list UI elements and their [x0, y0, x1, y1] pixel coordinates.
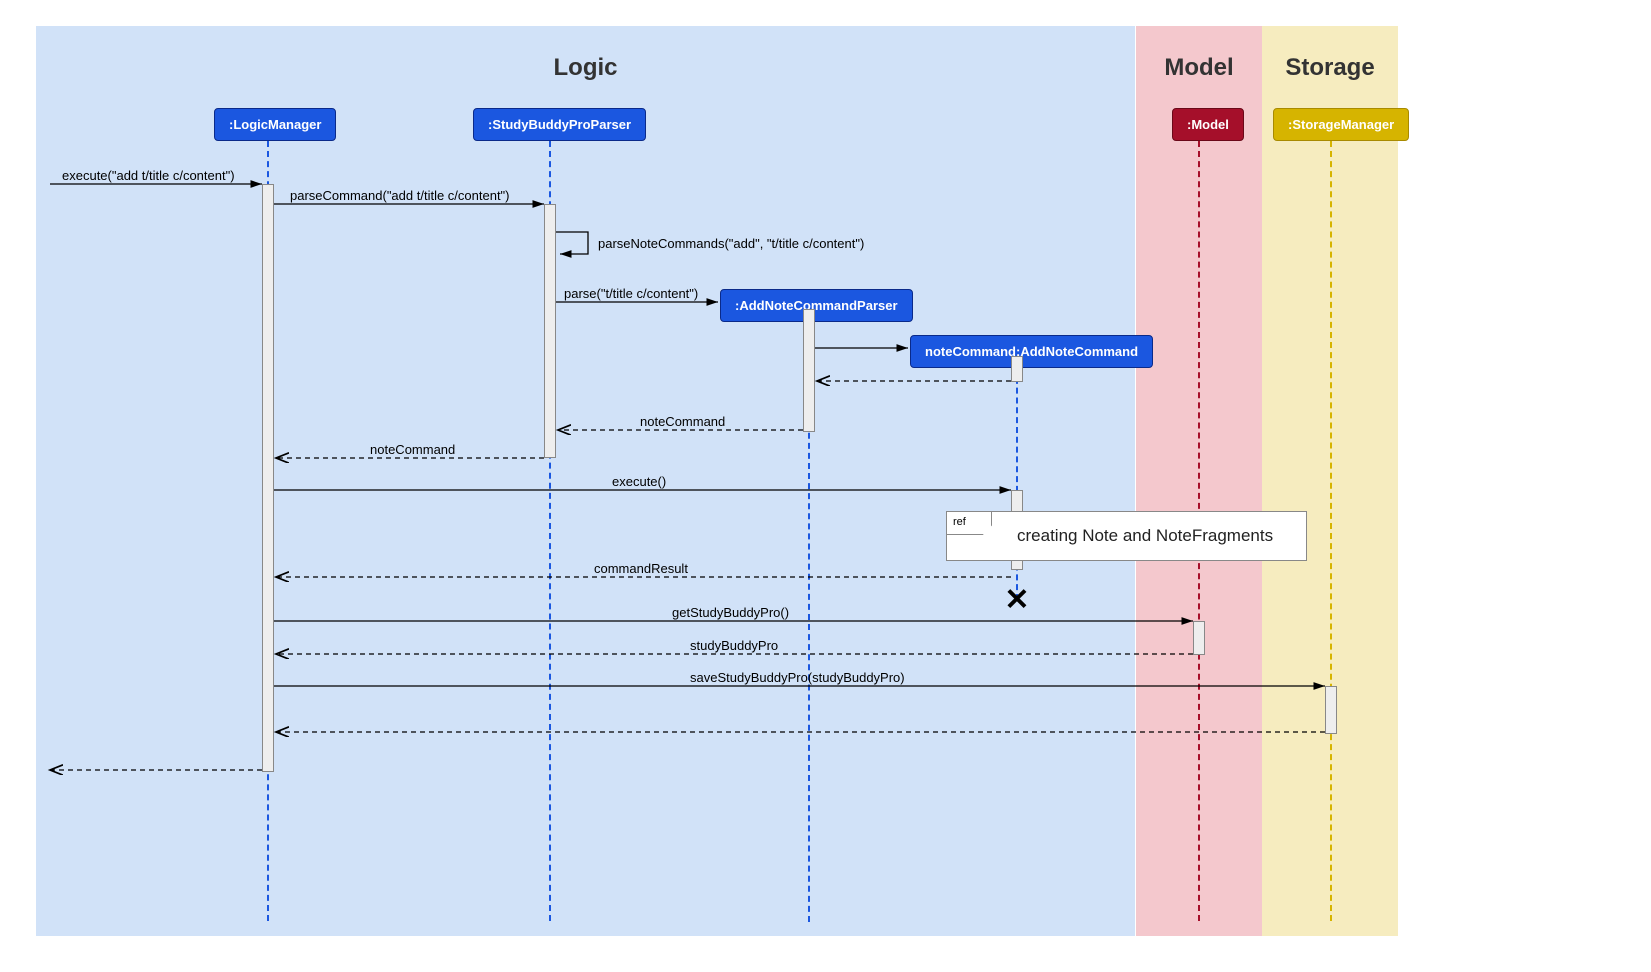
activation-parser	[544, 204, 556, 458]
region-logic: Logic	[36, 26, 1135, 936]
activation-model	[1193, 621, 1205, 655]
ref-frame: ref creating Note and NoteFragments	[946, 511, 1307, 561]
msg-commandresult: commandResult	[594, 561, 688, 576]
msg-parse: parse("t/title c/content")	[564, 286, 698, 301]
region-title-storage: Storage	[1262, 26, 1398, 82]
msg-parsenotecommands: parseNoteCommands("add", "t/title c/cont…	[598, 236, 864, 251]
msg-execute-in: execute("add t/title c/content")	[62, 168, 235, 183]
participant-addnotecmdparser: :AddNoteCommandParser	[720, 289, 913, 322]
msg-parsecommand: parseCommand("add t/title c/content")	[290, 188, 510, 203]
region-title-model: Model	[1136, 26, 1262, 82]
region-title-logic: Logic	[36, 26, 1135, 82]
msg-execute: execute()	[612, 474, 666, 489]
msg-studybuddypro: studyBuddyPro	[690, 638, 778, 653]
msg-notecommand-ret2: noteCommand	[370, 442, 455, 457]
msg-savestudybuddypro: saveStudyBuddyPro(studyBuddyPro)	[690, 670, 905, 685]
lifeline-storage	[1330, 141, 1332, 921]
participant-logicmanager: :LogicManager	[214, 108, 336, 141]
activation-logicmanager	[262, 184, 274, 772]
participant-storage: :StorageManager	[1273, 108, 1409, 141]
activation-addnotecmdparser	[803, 309, 815, 432]
ref-tab: ref	[946, 511, 992, 535]
participant-addnotecmd: noteCommand:AddNoteCommand	[910, 335, 1153, 368]
ref-text: creating Note and NoteFragments	[1017, 526, 1273, 546]
activation-addnotecmd-create	[1011, 356, 1023, 382]
activation-storage	[1325, 686, 1337, 734]
msg-getstudybuddypro: getStudyBuddyPro()	[672, 605, 789, 620]
participant-parser: :StudyBuddyProParser	[473, 108, 646, 141]
participant-model: :Model	[1172, 108, 1244, 141]
msg-notecommand-ret1: noteCommand	[640, 414, 725, 429]
destroy-addnotecmd: ✕	[1004, 583, 1029, 618]
